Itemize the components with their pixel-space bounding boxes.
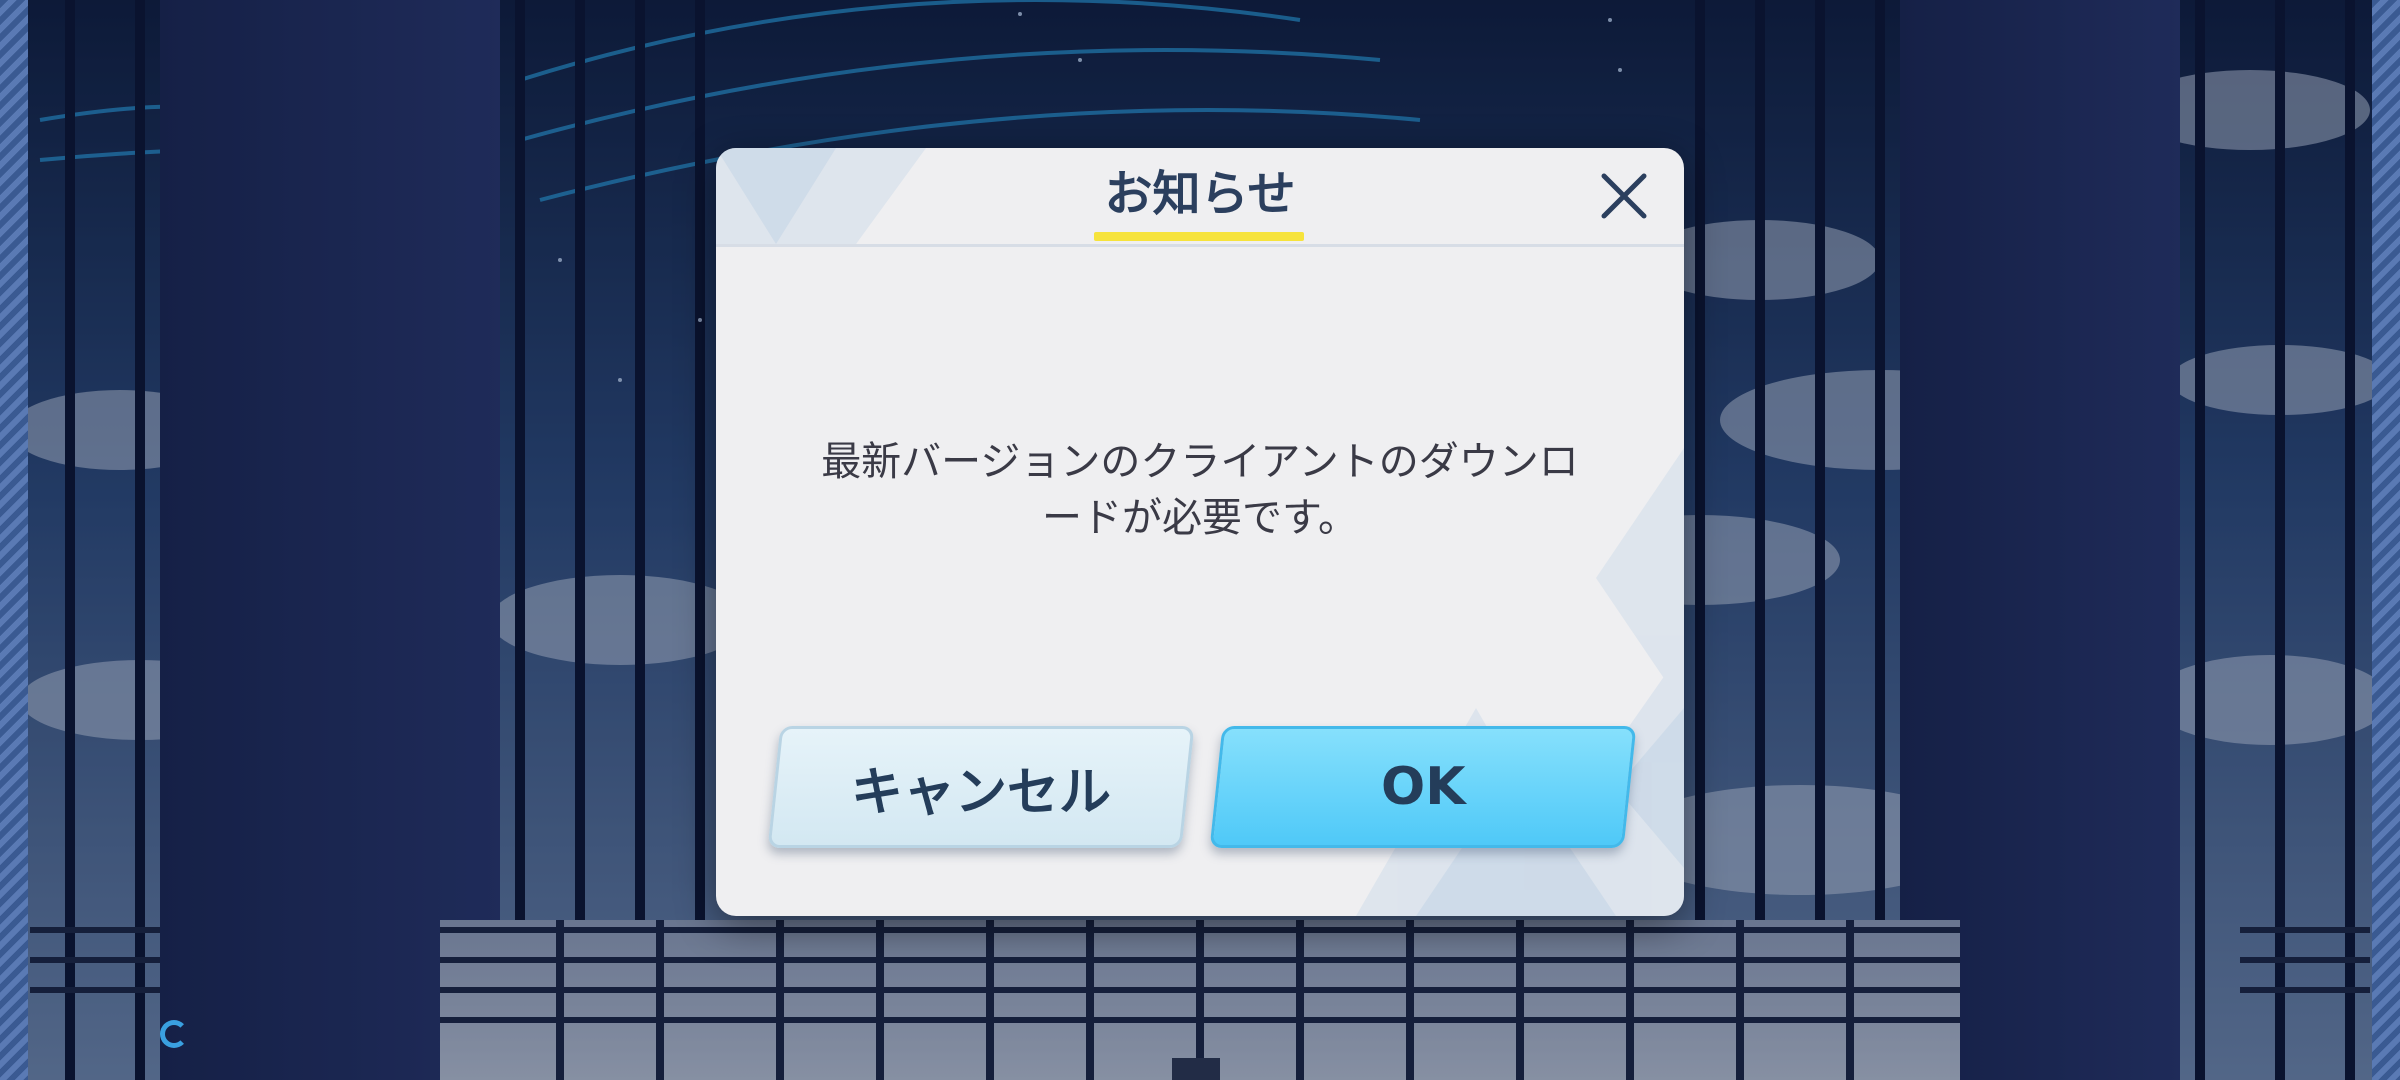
ok-button-label: OK — [1380, 757, 1466, 817]
game-screen: お知らせ 最新バージョンのクライアントのダウンロ ードが必要です。 キャンセル … — [0, 0, 2400, 1080]
loading-spinner-icon — [160, 1020, 188, 1048]
right-frame-border — [2372, 0, 2400, 1080]
cancel-button-label: キャンセル — [850, 762, 1111, 823]
ok-button[interactable]: OK — [1209, 726, 1637, 848]
title-underline — [1094, 232, 1304, 241]
close-button[interactable] — [1594, 166, 1654, 226]
notice-dialog: お知らせ 最新バージョンのクライアントのダウンロ ードが必要です。 キャンセル … — [716, 148, 1684, 916]
dialog-title: お知らせ — [1104, 166, 1296, 222]
message-line-1: 最新バージョンのクライアントのダウンロ — [821, 439, 1579, 485]
left-frame-border — [0, 0, 28, 1080]
message-line-2: ードが必要です。 — [1042, 495, 1358, 541]
dialog-message: 最新バージョンのクライアントのダウンロ ードが必要です。 — [776, 434, 1624, 546]
cancel-button[interactable]: キャンセル — [767, 726, 1195, 848]
close-icon — [1601, 173, 1647, 219]
dialog-header: お知らせ — [716, 148, 1684, 247]
